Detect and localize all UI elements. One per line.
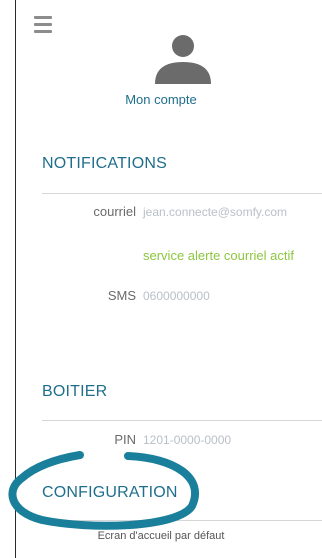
box-divider — [42, 420, 322, 421]
configuration-divider — [42, 520, 322, 521]
my-account-link[interactable]: Mon compte — [0, 92, 322, 107]
box-section-title: BOITIER — [42, 383, 108, 400]
email-label: courriel — [93, 204, 136, 219]
sms-label: SMS — [107, 288, 136, 303]
hamburger-icon[interactable] — [34, 15, 52, 35]
notifications-divider — [42, 193, 322, 194]
sms-value[interactable]: 0600000000 — [143, 289, 210, 303]
user-icon[interactable] — [153, 34, 213, 84]
pin-label: PIN — [114, 432, 136, 447]
default-home-screen-label[interactable]: Ecran d'accueil par défaut — [0, 530, 322, 542]
email-alert-status: service alerte courriel actif — [143, 248, 294, 263]
left-frame-border — [15, 0, 16, 558]
configuration-section-title[interactable]: CONFIGURATION — [42, 484, 178, 502]
notifications-section-title: NOTIFICATIONS — [42, 155, 167, 172]
pin-value[interactable]: 1201-0000-0000 — [143, 433, 231, 447]
email-value[interactable]: jean.connecte@somfy.com — [143, 205, 287, 219]
